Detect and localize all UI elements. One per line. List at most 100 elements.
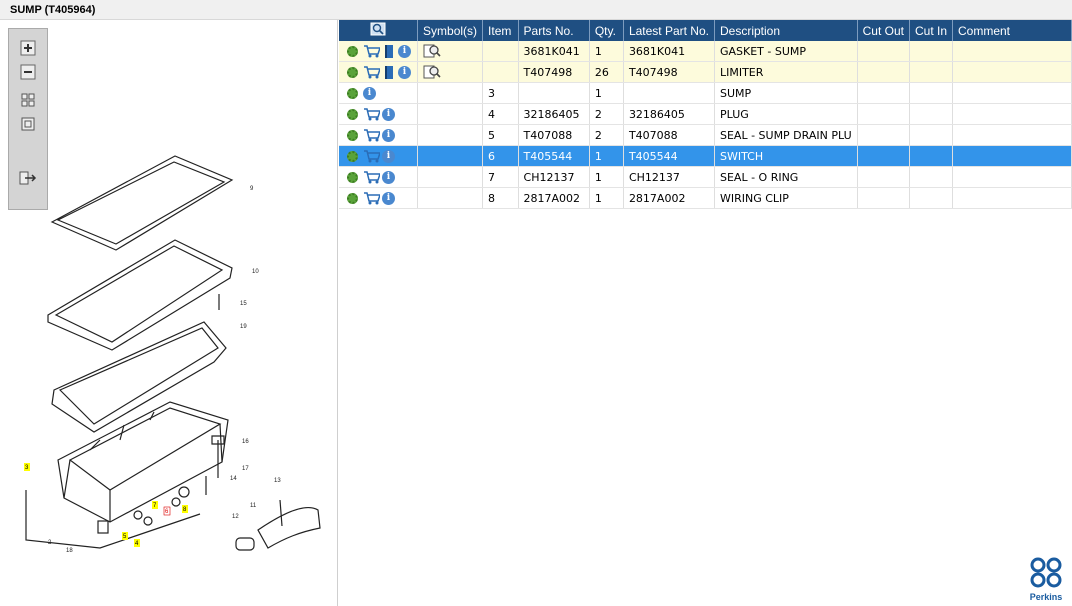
details-gear-icon[interactable] [347,129,358,141]
qty-cell: 1 [589,187,624,209]
table-row[interactable]: i 8 2817A002 1 2817A002 WIRING CLIP [339,187,1072,209]
exploded-parts-diagram[interactable]: 9 10 15 19 16 17 14 13 11 12 2 18 3 7 6 … [0,150,336,590]
actual-size-icon [21,117,35,131]
callout-19[interactable]: 19 [240,324,247,330]
callout-11[interactable]: 11 [250,503,257,509]
add-to-cart-icon[interactable] [363,170,380,184]
callout-18[interactable]: 18 [66,548,73,554]
info-icon[interactable]: i [382,170,395,184]
row-actions-cell: i [339,61,419,83]
symbols-cell [417,41,484,62]
details-gear-icon[interactable] [347,45,358,57]
row-actions-cell: i [339,124,419,146]
actual-size-button[interactable] [18,115,38,133]
column-header-item[interactable]: Item [482,20,519,41]
info-icon[interactable]: i [382,128,395,142]
zoom-out-button[interactable] [18,63,38,81]
latest-part-no-cell: 32186405 [623,103,715,125]
table-row[interactable]: i 6 T405544 1 T405544 SWITCH [339,145,1072,167]
cut-out-cell [857,82,910,104]
details-gear-icon[interactable] [347,87,358,99]
symbols-cell [417,187,484,209]
add-to-cart-icon[interactable] [363,149,380,163]
add-to-cart-icon[interactable] [363,107,380,121]
item-cell: 6 [482,145,519,167]
latest-part-no-cell: 3681K041 [623,41,715,62]
add-to-cart-icon[interactable] [363,65,380,79]
fit-all-button[interactable] [18,91,38,109]
info-icon[interactable]: i [382,107,395,121]
callout-12[interactable]: 12 [232,514,239,520]
table-row[interactable]: i 5 T407088 2 T407088 SEAL - SUMP DRAIN PLU [339,124,1072,146]
info-icon[interactable]: i [382,191,395,205]
documentation-book-icon[interactable] [385,65,393,79]
column-header-latest-part-no[interactable]: Latest Part No. [623,20,715,41]
parts-table: Symbol(s) Item Parts No. Qty. Latest Par… [339,20,1072,209]
comment-cell [952,187,1072,209]
row-actions-cell: i [339,41,419,62]
details-gear-icon[interactable] [347,192,358,204]
diagram-pane[interactable]: 9 10 15 19 16 17 14 13 11 12 2 18 3 7 6 … [0,20,338,606]
add-to-cart-icon[interactable] [363,44,380,58]
zoom-out-icon [20,64,36,80]
table-row[interactable]: i 3 1 SUMP [339,82,1072,104]
add-to-cart-icon[interactable] [363,128,380,142]
info-icon[interactable]: i [398,65,411,79]
details-gear-icon[interactable] [347,171,358,183]
column-header-cut-out[interactable]: Cut Out [857,20,910,41]
documentation-book-icon[interactable] [385,44,393,58]
details-gear-icon[interactable] [347,66,358,78]
callout-14[interactable]: 14 [230,476,237,482]
fit-all-icon [21,93,35,107]
callout-17[interactable]: 17 [242,466,249,472]
column-header-description[interactable]: Description [714,20,858,41]
perkins-logo: Perkins [1026,556,1066,602]
zoom-in-icon [20,40,36,56]
description-cell: SWITCH [714,145,858,167]
column-header-parts-no[interactable]: Parts No. [518,20,590,41]
details-gear-icon[interactable] [347,108,358,120]
info-icon[interactable]: i [363,86,376,100]
symbol-magnifier-icon[interactable] [423,44,441,58]
cut-out-cell [857,187,910,209]
table-row[interactable]: i 7 CH12137 1 CH12137 SEAL - O RING [339,166,1072,188]
zoom-in-button[interactable] [18,39,38,57]
symbols-cell [417,82,484,104]
column-header-qty[interactable]: Qty. [589,20,624,41]
description-cell: SEAL - O RING [714,166,858,188]
callout-15[interactable]: 15 [240,301,247,307]
qty-cell: 2 [589,103,624,125]
callout-9[interactable]: 9 [250,186,254,192]
column-header-actions[interactable] [339,20,419,41]
cut-out-cell [857,166,910,188]
cut-in-cell [909,166,954,188]
cut-in-cell [909,124,954,146]
column-header-cut-in[interactable]: Cut In [909,20,954,41]
description-cell: LIMITER [714,61,858,83]
qty-cell: 2 [589,124,624,146]
info-icon[interactable]: i [382,149,395,163]
callout-13[interactable]: 13 [274,478,281,484]
description-cell: SEAL - SUMP DRAIN PLU [714,124,858,146]
perkins-logo-text: Perkins [1029,592,1063,602]
table-row[interactable]: i T407498 26 T407498 LIMITER [339,61,1072,83]
row-actions-cell: i [339,166,419,188]
search-parts-icon[interactable] [370,22,386,36]
info-icon[interactable]: i [398,44,411,58]
column-header-comment[interactable]: Comment [952,20,1072,41]
item-cell: 4 [482,103,519,125]
table-header-row: Symbol(s) Item Parts No. Qty. Latest Par… [339,20,1072,41]
cut-in-cell [909,82,954,104]
item-cell [482,41,519,62]
details-gear-icon[interactable] [347,150,358,162]
column-header-symbols[interactable]: Symbol(s) [417,20,484,41]
table-row[interactable]: i 3681K041 1 3681K041 GASKET - SUMP [339,41,1072,62]
table-row[interactable]: i 4 32186405 2 32186405 PLUG [339,103,1072,125]
symbol-magnifier-icon[interactable] [423,65,441,79]
callout-16[interactable]: 16 [242,439,249,445]
item-cell [482,61,519,83]
callout-10[interactable]: 10 [252,269,259,275]
comment-cell [952,82,1072,104]
symbols-cell [417,103,484,125]
add-to-cart-icon[interactable] [363,191,380,205]
